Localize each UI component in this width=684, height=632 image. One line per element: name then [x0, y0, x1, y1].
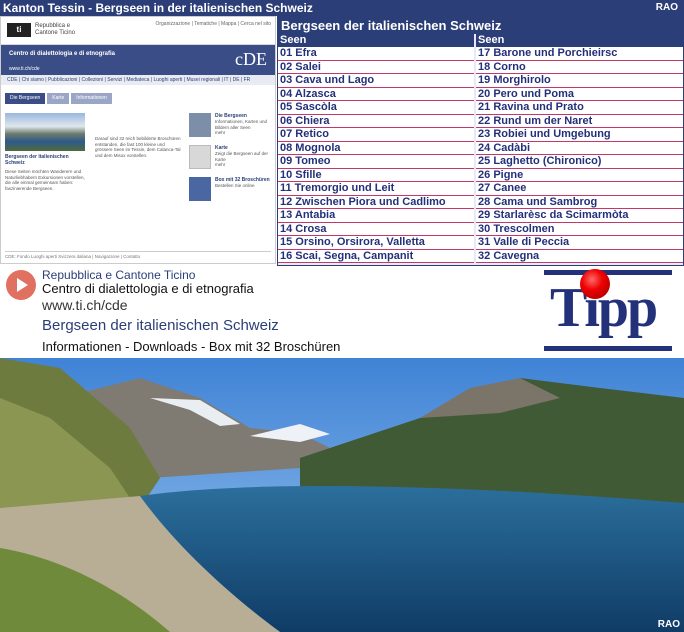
- table-row: 32 Cavegna: [476, 249, 683, 263]
- tipp-badge: Tipp: [544, 266, 672, 352]
- lake-photo-icon: [189, 113, 211, 137]
- site-title: Centro di dialettologia e di etnografia: [9, 51, 116, 57]
- lake-photo: RAO: [0, 358, 684, 632]
- table-row: 27 Canee: [476, 182, 683, 196]
- play-arrow-icon[interactable]: [6, 270, 36, 300]
- title-bar: Kanton Tessin - Bergseen in der italieni…: [0, 0, 684, 16]
- site-nav[interactable]: CDE | Chi siamo | Pubblicazioni | Collez…: [1, 75, 275, 85]
- table-row: 18 Corno: [476, 60, 683, 74]
- offer-line: Informationen - Downloads - Box mit 32 B…: [42, 339, 341, 354]
- table-column-left: 01 Efra 02 Salei 03 Cava und Lago 04 Alzasc…: [278, 47, 475, 263]
- table-row: 31 Valle di Peccia: [476, 236, 683, 250]
- table-row: 01 Efra: [278, 47, 475, 61]
- table-row: 06 Chiera: [278, 114, 475, 128]
- subject-line: Bergseen der italienischen Schweiz: [42, 317, 279, 334]
- site-header: ti Repubblica e Cantone Ticino Organizza…: [1, 17, 275, 45]
- column-header-left: Seen: [278, 34, 475, 47]
- table-row: 19 Morghirolo: [476, 74, 683, 88]
- tipp-rule-bottom: [544, 346, 672, 351]
- site-tabs: Die Bergseen Karte Informationen: [5, 93, 275, 104]
- box-broschueren[interactable]: Box mit 32 Broschüren Bestellen Sie onlin…: [189, 177, 271, 201]
- lake-thumbnail: [5, 113, 85, 151]
- box-text: Informationen, Karten und Bildern aller …: [215, 119, 268, 130]
- table-row: 25 Laghetto (Chironico): [476, 155, 683, 169]
- tab-bergseen[interactable]: Die Bergseen: [5, 93, 46, 104]
- credit-label: RAO: [655, 2, 678, 13]
- table-row: 14 Crosa: [278, 222, 475, 236]
- map-icon: [189, 145, 211, 169]
- tab-karte[interactable]: Karte: [47, 93, 70, 104]
- tab-informationen[interactable]: Informationen: [71, 93, 112, 104]
- url-link[interactable]: www.ti.ch/cde: [42, 297, 128, 313]
- box-link[interactable]: mehr: [215, 162, 271, 168]
- table-row: 08 Mognola: [278, 141, 475, 155]
- table-row: 26 Pigne: [476, 168, 683, 182]
- tipp-rule-top: [544, 270, 672, 275]
- table-row: 02 Salei: [278, 60, 475, 74]
- table-row: 03 Cava und Lago: [278, 74, 475, 88]
- site-banner: Centro di dialettologia e di etnografia …: [1, 45, 275, 75]
- table-row: 15 Orsino, Orsirora, Valletta: [278, 236, 475, 250]
- site-footer: CDE: Fondo Luoghi aperti Svizzera italia…: [5, 251, 271, 259]
- column-header-right: Seen: [476, 34, 683, 47]
- table-row: 29 Starlarèsc da Scimarmòta: [476, 209, 683, 223]
- table-row: 28 Cama und Sambrog: [476, 195, 683, 209]
- canton-logo[interactable]: ti: [7, 23, 31, 37]
- photo-credit: RAO: [657, 619, 680, 630]
- table-row: 23 Robiei und Umgebung: [476, 128, 683, 142]
- mountain-lake-illustration: [0, 358, 684, 632]
- table-row: 04 Alzasca: [278, 87, 475, 101]
- top-links[interactable]: Organizzazione | Tematiche | Mappa | Cer…: [155, 21, 271, 27]
- lead-column: Bergseen der italienischen Schweiz Diese…: [5, 113, 89, 191]
- box-karte[interactable]: Karte Zeigt die Bergseen auf der Karte meh…: [189, 145, 271, 169]
- table-row: 30 Trescolmen: [476, 222, 683, 236]
- table-title: Bergseen der italienischen Schweiz: [278, 17, 683, 34]
- centre-line: Centro di dialettologia e di etnografia: [42, 281, 254, 296]
- box-column: Die Bergseen Informationen, Karten und Bi…: [189, 113, 271, 209]
- table-row: 17 Barone und Porchieirsc: [476, 47, 683, 61]
- info-panel: Repubblica e Cantone Ticino Centro di di…: [0, 266, 684, 358]
- table-row: 16 Scai, Segna, Campanit: [278, 249, 475, 263]
- table-row: 10 Sfille: [278, 168, 475, 182]
- table-row: 12 Zwischen Piora und Cadlimo: [278, 195, 475, 209]
- lakes-table: Bergseen der italienischen Schweiz Seen …: [277, 16, 684, 266]
- table-row: 20 Pero und Poma: [476, 87, 683, 101]
- brochure-box-icon: [189, 177, 211, 201]
- gov-name: Repubblica e Cantone Ticino: [35, 23, 76, 36]
- site-url[interactable]: www.ti.ch/cde: [9, 66, 40, 72]
- table-row: 21 Ravina und Prato: [476, 101, 683, 115]
- box-link[interactable]: Bestellen Sie online: [215, 183, 270, 189]
- box-text: Zeigt die Bergseen auf der Karte: [215, 151, 269, 162]
- box-link[interactable]: mehr: [215, 130, 271, 136]
- lead-text: Diese Seiten möchten Wanderern und Natur…: [5, 169, 85, 191]
- table-row: 11 Tremorgio und Leit: [278, 182, 475, 196]
- table-row: 24 Cadàbi: [476, 141, 683, 155]
- lead-caption: Bergseen der italienischen Schweiz: [5, 154, 69, 166]
- box-bergseen[interactable]: Die Bergseen Informationen, Karten und Bi…: [189, 113, 271, 137]
- page-title: Kanton Tessin - Bergseen in der italieni…: [3, 1, 313, 15]
- table-header-row: Seen Seen: [278, 34, 683, 47]
- table-row: 07 Retico: [278, 128, 475, 142]
- body-column: Darauf sind 32 reich bebilderte Broschür…: [95, 133, 181, 158]
- body-text: Darauf sind 32 reich bebilderte Broschür…: [95, 136, 181, 158]
- website-screenshot[interactable]: ti Repubblica e Cantone Ticino Organizza…: [0, 16, 276, 264]
- table-row: 09 Tomeo: [278, 155, 475, 169]
- table-column-right: 17 Barone und Porchieirsc 18 Corno 19 Morg…: [476, 47, 683, 263]
- red-ball-icon: [580, 269, 610, 299]
- page: Kanton Tessin - Bergseen in der italieni…: [0, 0, 684, 632]
- table-row: 05 Sascòla: [278, 101, 475, 115]
- cde-logo: cDE: [235, 49, 267, 69]
- table-row: 22 Rund um der Naret: [476, 114, 683, 128]
- table-row: 13 Antabia: [278, 209, 475, 223]
- gov-line: Repubblica e Cantone Ticino: [42, 268, 196, 282]
